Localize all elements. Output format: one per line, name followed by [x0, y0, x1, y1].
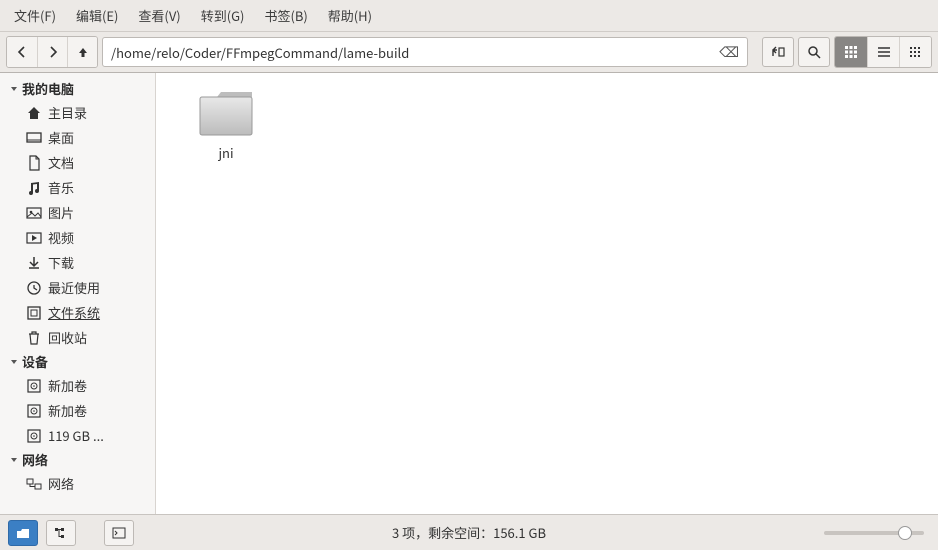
- sidebar-item-label: 文件系统: [48, 303, 100, 322]
- sidebar-item[interactable]: 视频: [0, 225, 155, 250]
- statusbar: 3 项，剩余空间：156.1 GB: [0, 514, 938, 550]
- disk-icon: [26, 403, 42, 419]
- sidebar-item-label: 回收站: [48, 328, 87, 347]
- menu-item[interactable]: 编辑(E): [66, 3, 128, 28]
- menu-item[interactable]: 转到(G): [191, 3, 255, 28]
- path-bar[interactable]: ⌫: [102, 37, 748, 67]
- sidebar-section-header[interactable]: 网络: [0, 448, 155, 471]
- sidebar-item-label: 音乐: [48, 178, 74, 197]
- menu-item[interactable]: 查看(V): [128, 3, 190, 28]
- file-label: jni: [218, 143, 233, 162]
- sidebar-item[interactable]: 网络: [0, 471, 155, 496]
- zoom-knob[interactable]: [898, 526, 912, 540]
- sidebar-item[interactable]: 新加卷: [0, 373, 155, 398]
- sidebar-item[interactable]: 主目录: [0, 100, 155, 125]
- places-pane-button[interactable]: [8, 520, 38, 546]
- sidebar-item-label: 视频: [48, 228, 74, 247]
- sidebar-item-label: 新加卷: [48, 376, 87, 395]
- terminal-button[interactable]: [104, 520, 134, 546]
- sidebar: 我的电脑主目录桌面文档音乐图片视频下载最近使用文件系统回收站设备新加卷新加卷11…: [0, 73, 156, 514]
- up-button[interactable]: [67, 37, 97, 67]
- sidebar-item[interactable]: 文档: [0, 150, 155, 175]
- disk-icon: [26, 428, 42, 444]
- sidebar-item[interactable]: 下载: [0, 250, 155, 275]
- sidebar-item-label: 新加卷: [48, 401, 87, 420]
- fs-icon: [26, 305, 42, 321]
- sidebar-item[interactable]: 回收站: [0, 325, 155, 350]
- file-item[interactable]: jni: [186, 89, 266, 162]
- sidebar-item-label: 下载: [48, 253, 74, 272]
- sidebar-item-label: 网络: [48, 474, 74, 493]
- nav-buttons: [6, 36, 98, 68]
- zoom-slider[interactable]: [824, 531, 924, 535]
- pic-icon: [26, 205, 42, 221]
- sidebar-item-label: 119 GB ...: [48, 426, 104, 445]
- sidebar-item[interactable]: 新加卷: [0, 398, 155, 423]
- sidebar-item-label: 最近使用: [48, 278, 100, 297]
- sidebar-item-label: 桌面: [48, 128, 74, 147]
- sidebar-item[interactable]: 最近使用: [0, 275, 155, 300]
- folder-icon: [197, 89, 255, 137]
- menu-item[interactable]: 书签(B): [254, 3, 317, 28]
- search-button[interactable]: [798, 37, 830, 67]
- list-view-button[interactable]: [867, 37, 899, 67]
- menubar: 文件(F)编辑(E)查看(V)转到(G)书签(B)帮助(H): [0, 0, 938, 32]
- tree-pane-button[interactable]: [46, 520, 76, 546]
- download-icon: [26, 255, 42, 271]
- path-input[interactable]: [111, 43, 719, 62]
- sidebar-section-header[interactable]: 我的电脑: [0, 77, 155, 100]
- main-area: 我的电脑主目录桌面文档音乐图片视频下载最近使用文件系统回收站设备新加卷新加卷11…: [0, 73, 938, 514]
- video-icon: [26, 230, 42, 246]
- net-icon: [26, 476, 42, 492]
- sidebar-item-label: 文档: [48, 153, 74, 172]
- status-text: 3 项，剩余空间：156.1 GB: [392, 523, 546, 542]
- sidebar-section-header[interactable]: 设备: [0, 350, 155, 373]
- desktop-icon: [26, 130, 42, 146]
- toolbar: ⌫: [0, 32, 938, 73]
- menu-item[interactable]: 帮助(H): [318, 3, 382, 28]
- sidebar-item[interactable]: 119 GB ...: [0, 423, 155, 448]
- sidebar-item-label: 主目录: [48, 103, 87, 122]
- sidebar-item[interactable]: 文件系统: [0, 300, 155, 325]
- music-icon: [26, 180, 42, 196]
- disk-icon: [26, 378, 42, 394]
- forward-button[interactable]: [37, 37, 67, 67]
- view-mode-buttons: [834, 36, 932, 68]
- file-content-area[interactable]: jni: [156, 73, 938, 514]
- compact-view-button[interactable]: [899, 37, 931, 67]
- recent-icon: [26, 280, 42, 296]
- sidebar-item[interactable]: 桌面: [0, 125, 155, 150]
- sidebar-item[interactable]: 图片: [0, 200, 155, 225]
- toggle-path-button[interactable]: [762, 37, 794, 67]
- clear-path-icon[interactable]: ⌫: [719, 42, 739, 62]
- menu-item[interactable]: 文件(F): [4, 3, 66, 28]
- doc-icon: [26, 155, 42, 171]
- home-icon: [26, 105, 42, 121]
- sidebar-item-label: 图片: [48, 203, 74, 222]
- trash-icon: [26, 330, 42, 346]
- back-button[interactable]: [7, 37, 37, 67]
- sidebar-item[interactable]: 音乐: [0, 175, 155, 200]
- icon-view-button[interactable]: [835, 37, 867, 67]
